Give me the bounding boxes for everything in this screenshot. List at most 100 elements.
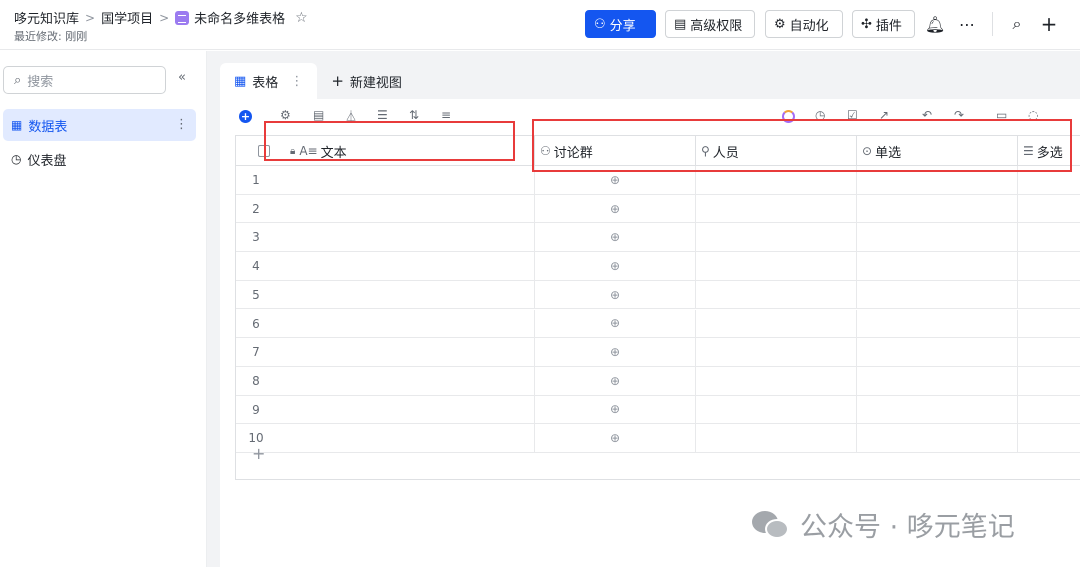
grid-cell[interactable] [696, 309, 857, 338]
grid-cell[interactable] [1018, 367, 1080, 395]
grid-cell[interactable]: ⊕ [535, 252, 696, 280]
grid-cell[interactable] [696, 252, 857, 280]
add-row-icon[interactable]: + [252, 444, 265, 463]
grid-cell[interactable] [696, 366, 857, 395]
grid-cell[interactable] [276, 252, 535, 280]
grid-cell[interactable] [857, 338, 1018, 366]
grid-cell[interactable]: ⊕ [535, 223, 696, 252]
grid-cell[interactable]: ⊕ [535, 366, 696, 395]
grid-cell[interactable] [276, 166, 535, 194]
grid-cell[interactable] [276, 223, 535, 252]
grid-cell[interactable] [857, 395, 1018, 424]
grid-cell[interactable] [696, 338, 857, 366]
table-row[interactable]: 8 ⊕ [236, 366, 1080, 396]
grid-cell[interactable] [696, 395, 857, 424]
chevron-right-icon: > [159, 10, 170, 25]
highlight-box-other-columns [532, 119, 1072, 172]
sidebar-item-datatable[interactable]: ▦ 数据表 ⋮ [3, 109, 196, 141]
bell-icon[interactable]: 🔔︎ [923, 12, 947, 36]
table-row[interactable]: 4 ⊕ [236, 252, 1080, 281]
table-row[interactable]: 9 ⊕ [236, 395, 1080, 425]
create-group-chat-icon[interactable]: ⊕ [610, 173, 620, 187]
grid-cell[interactable] [1018, 396, 1080, 424]
grid-cell[interactable] [1018, 281, 1080, 309]
create-group-chat-icon[interactable]: ⊕ [610, 316, 620, 330]
grid-cell[interactable] [1018, 195, 1080, 223]
row-number: 2 [252, 201, 260, 216]
grid-cell[interactable] [696, 223, 857, 252]
grid-cell[interactable] [857, 366, 1018, 395]
grid-cell[interactable] [696, 194, 857, 223]
grid-cell[interactable] [1018, 424, 1080, 452]
grid-cell[interactable]: ⊕ [535, 309, 696, 338]
advanced-permissions-button[interactable]: ▤ 高级权限 [665, 10, 755, 38]
grid-cell[interactable] [276, 395, 535, 424]
grid-cell[interactable] [1018, 223, 1080, 251]
table-row[interactable]: 3 ⊕ [236, 223, 1080, 253]
more-vertical-icon[interactable]: ⋮ [290, 74, 303, 89]
grid-cell[interactable] [276, 309, 535, 338]
tab-new-view[interactable]: + 新建视图 [317, 63, 416, 99]
table-row[interactable]: 7 ⊕ [236, 338, 1080, 367]
sidebar-item-dashboard[interactable]: ◷ 仪表盘 [3, 143, 196, 175]
grid-cell[interactable] [1018, 338, 1080, 366]
create-group-chat-icon[interactable]: ⊕ [610, 259, 620, 273]
grid-cell[interactable] [857, 309, 1018, 338]
table-row[interactable]: 10 ⊕ [236, 424, 1080, 453]
create-group-chat-icon[interactable]: ⊕ [610, 345, 620, 359]
grid-cell[interactable]: ⊕ [535, 194, 696, 223]
add-record-icon[interactable]: + [239, 110, 252, 123]
grid-cell[interactable] [1018, 310, 1080, 338]
plugins-button[interactable]: ✣ 插件 [852, 10, 915, 38]
table-row[interactable]: 6 ⊕ [236, 309, 1080, 339]
grid-cell[interactable]: ⊕ [535, 424, 696, 452]
grid-cell[interactable] [276, 366, 535, 395]
create-group-chat-icon[interactable]: ⊕ [610, 230, 620, 244]
create-group-chat-icon[interactable]: ⊕ [610, 402, 620, 416]
grid-cell[interactable]: ⊕ [535, 338, 696, 366]
create-group-chat-icon[interactable]: ⊕ [610, 202, 620, 216]
view-tabs: ▦ 表格 ⋮ + 新建视图 [220, 63, 416, 99]
star-icon[interactable]: ☆ [295, 10, 308, 26]
table-icon: ▦ [11, 118, 23, 132]
share-button[interactable]: ⚇ 分享 [585, 10, 656, 38]
dashboard-icon: ◷ [11, 152, 22, 166]
table-row[interactable]: 5 ⊕ [236, 280, 1080, 310]
more-icon[interactable]: ⋯ [955, 12, 979, 36]
top-header: 哆元知识库 > 国学项目 > 未命名多维表格 ☆ 最近修改: 刚刚 ⚇ 分享 ▤… [0, 0, 1080, 50]
create-group-chat-icon[interactable]: ⊕ [610, 431, 620, 445]
grid-cell[interactable] [276, 280, 535, 309]
grid-cell[interactable] [276, 194, 535, 223]
grid-cell[interactable] [857, 194, 1018, 223]
document-title[interactable]: 未命名多维表格 [194, 8, 285, 27]
grid-cell[interactable] [696, 280, 857, 309]
grid-cell[interactable] [857, 252, 1018, 280]
grid-cell[interactable]: ⊕ [535, 395, 696, 424]
create-group-chat-icon[interactable]: ⊕ [610, 288, 620, 302]
settings-icon[interactable]: ⚙ [280, 108, 291, 122]
grid-cell[interactable] [857, 223, 1018, 252]
grid-cell[interactable] [1018, 252, 1080, 280]
grid-cell[interactable]: ⊕ [535, 280, 696, 309]
sort-icon[interactable]: ⇅ [409, 108, 419, 122]
table-row[interactable]: 2 ⊕ [236, 194, 1080, 224]
more-vertical-icon[interactable]: ⋮ [175, 117, 188, 132]
sidebar-search-input[interactable]: ⌕ 搜索 [3, 66, 166, 94]
create-group-chat-icon[interactable]: ⊕ [610, 374, 620, 388]
breadcrumb-item-project[interactable]: 国学项目 [101, 8, 153, 27]
grid-cell[interactable] [276, 424, 535, 452]
grid-cell[interactable] [696, 424, 857, 452]
grid-cell[interactable] [857, 280, 1018, 309]
grid-cell[interactable] [857, 424, 1018, 452]
breadcrumb-item-knowledge-base[interactable]: 哆元知识库 [14, 8, 79, 27]
field-config-icon[interactable]: ▤ [313, 108, 324, 122]
automation-button[interactable]: ⚙ 自动化 [765, 10, 843, 38]
collapse-sidebar-icon[interactable]: « [178, 70, 186, 85]
automation-label: 自动化 [789, 18, 829, 34]
search-icon[interactable]: ⌕ [1005, 12, 1029, 36]
grid-cell[interactable] [276, 338, 535, 366]
tab-grid-view[interactable]: ▦ 表格 ⋮ [220, 63, 318, 99]
row-height-icon[interactable]: ≡ [441, 108, 451, 122]
plus-icon[interactable]: + [1037, 12, 1061, 36]
group-icon[interactable]: ☰ [377, 108, 388, 122]
